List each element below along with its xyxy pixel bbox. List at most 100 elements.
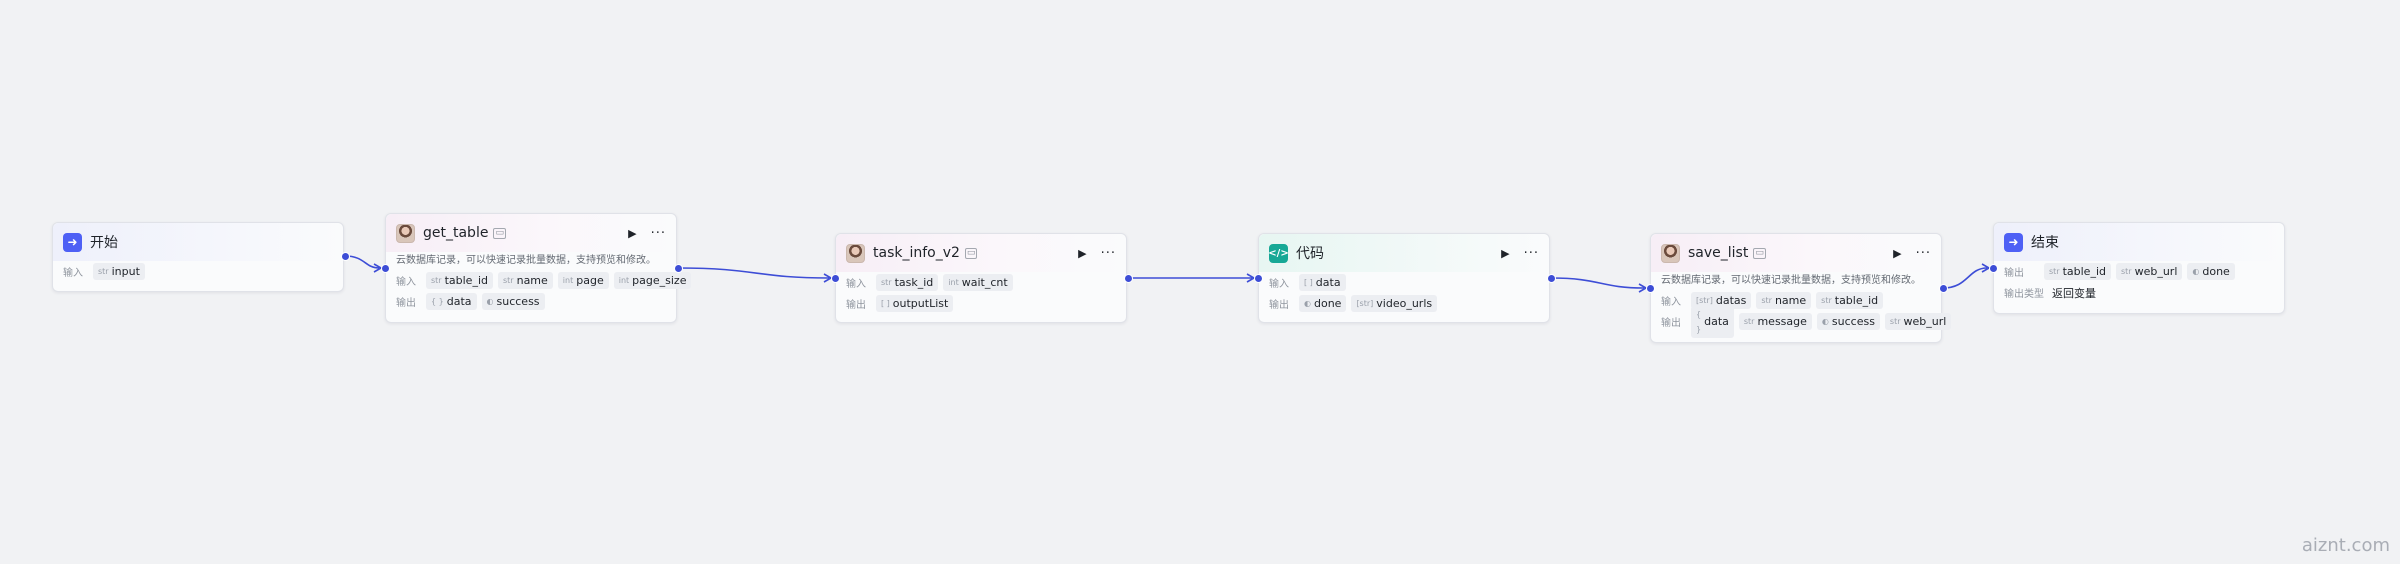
param-chip: [ ] outputList — [876, 295, 954, 312]
output-type-label: 输出类型 — [2004, 289, 2044, 300]
node-title: 代码 — [1296, 246, 1324, 262]
output-label: 输出 — [1269, 300, 1289, 311]
edge-task-code-arrowhead — [1246, 273, 1256, 283]
output-type-row: 输出类型 返回变量 — [1994, 282, 2284, 303]
port-get-table-out[interactable] — [674, 264, 683, 273]
node-task-info-header: task_info_v2 ▭ ▶ ··· — [836, 234, 1126, 272]
node-end[interactable]: ➜ 结束 输出 str table_id str web_url ◐ done 输出类… — [1993, 222, 2285, 314]
node-title: 开始 — [90, 235, 118, 251]
edge-start-get-table-arrowhead — [373, 263, 383, 273]
play-icon[interactable]: ▶ — [1078, 247, 1086, 260]
enter-arrow-icon: ➜ — [63, 232, 82, 252]
plugin-tag-icon: ▭ — [1753, 247, 1766, 259]
input-row: 输入 [ ] data — [1259, 272, 1549, 293]
output-row: 输出 ◐ done [str] video_urls — [1259, 293, 1549, 314]
edge-get-table-task-arrowhead — [823, 273, 833, 283]
more-dots-icon[interactable]: ··· — [1101, 246, 1116, 261]
output-type-value: 返回变量 — [2052, 286, 2096, 300]
param-chip: [str] video_urls — [1351, 295, 1438, 312]
param-chip: str web_url — [2116, 263, 2183, 280]
port-code-out[interactable] — [1547, 274, 1556, 283]
workflow-canvas[interactable]: ➜ 开始 输入 str input get_table ▭ ▶ ··· 云数据库记… — [0, 0, 2400, 564]
output-row: 输出 { } data ◐ success — [386, 291, 676, 312]
node-title: 结束 — [2031, 235, 2059, 251]
node-title: save_list — [1688, 245, 1749, 261]
more-dots-icon[interactable]: ··· — [1916, 246, 1931, 261]
param-chip: str input — [93, 263, 145, 280]
param-chip: str table_id — [426, 272, 493, 289]
output-row: 输出 [ ] outputList — [836, 293, 1126, 314]
plugin-avatar-icon — [396, 223, 415, 243]
port-task-out[interactable] — [1124, 274, 1133, 283]
output-label: 输出 — [846, 300, 866, 311]
input-label: 输入 — [846, 279, 866, 290]
param-chip: ◐ done — [2187, 263, 2235, 280]
output-label: 输出 — [1661, 318, 1681, 329]
param-chip: [ ] data — [1299, 274, 1346, 291]
edge-save-end-arrowhead — [1981, 263, 1991, 273]
edge-get-table-task[interactable] — [677, 267, 830, 279]
param-chip: ◐ done — [1299, 295, 1347, 312]
param-chip: str table_id — [1816, 292, 1884, 309]
param-chip: ◐ success — [481, 293, 545, 310]
node-description: 云数据库记录，可以快速记录批量数据，支持预览和修改。 — [1661, 275, 1921, 286]
port-task-in[interactable] — [831, 274, 840, 283]
output-label: 输出 — [2004, 268, 2024, 279]
port-get-table-in[interactable] — [381, 264, 390, 273]
param-chip: str table_id — [2044, 263, 2111, 280]
node-code[interactable]: </> 代码 ▶ ··· 输入 [ ] data 输出 ◐ done [str] vi… — [1258, 233, 1550, 323]
node-task-info-v2[interactable]: task_info_v2 ▭ ▶ ··· 输入 str task_id int wa… — [835, 233, 1127, 323]
param-chip: ◐ success — [1816, 313, 1880, 330]
edge-start-get-table[interactable] — [344, 255, 380, 269]
port-save-out[interactable] — [1939, 284, 1948, 293]
input-label: 输入 — [1661, 297, 1681, 308]
param-chip: int page — [557, 272, 609, 289]
edge-save-end[interactable] — [1942, 267, 1988, 289]
watermark: aiznt.com — [2301, 535, 2390, 556]
param-chip: int wait_cnt — [943, 274, 1013, 291]
node-start[interactable]: ➜ 开始 输入 str input — [52, 222, 344, 292]
node-description: 云数据库记录，可以快速记录批量数据，支持预览和修改。 — [396, 255, 656, 266]
node-end-header: ➜ 结束 — [1994, 223, 2284, 261]
exit-arrow-icon: ➜ — [2004, 232, 2023, 252]
input-label: 输入 — [1269, 279, 1289, 290]
more-dots-icon[interactable]: ··· — [1524, 246, 1539, 261]
input-row: 输入 str input — [53, 261, 343, 282]
play-icon[interactable]: ▶ — [1893, 247, 1901, 260]
node-save-list[interactable]: save_list ▭ ▶ ··· 云数据库记录，可以快速记录批量数据，支持预览… — [1650, 233, 1952, 343]
edge-code-save[interactable] — [1550, 277, 1645, 289]
input-row: 输入 str task_id int wait_cnt — [836, 272, 1126, 293]
plugin-tag-icon: ▭ — [493, 227, 506, 239]
output-row: 输出 { } data str message ◐ success str web_ur… — [1651, 305, 1952, 338]
port-start-out[interactable] — [341, 252, 350, 261]
input-label: 输入 — [396, 277, 416, 288]
param-chip: str name — [1756, 292, 1812, 309]
param-chip: str name — [498, 272, 553, 289]
plugin-avatar-icon — [846, 243, 865, 263]
param-chip: int page_size — [613, 272, 692, 289]
output-row: 输出 str table_id str web_url ◐ done — [1994, 261, 2284, 282]
port-save-in[interactable] — [1646, 284, 1655, 293]
port-code-in[interactable] — [1254, 274, 1263, 283]
port-end-in[interactable] — [1989, 264, 1998, 273]
play-icon[interactable]: ▶ — [628, 227, 636, 240]
node-title: get_table — [423, 225, 489, 241]
param-chip: { } data — [426, 293, 477, 310]
play-icon[interactable]: ▶ — [1501, 247, 1509, 260]
node-get-table-header: get_table ▭ ▶ ··· — [386, 214, 676, 252]
code-brackets-icon: </> — [1268, 243, 1289, 263]
node-code-header: </> 代码 ▶ ··· — [1259, 234, 1549, 272]
param-chip: str task_id — [876, 274, 939, 291]
node-get-table[interactable]: get_table ▭ ▶ ··· 云数据库记录，可以快速记录批量数据，支持预览… — [385, 213, 692, 323]
input-row: 输入 str table_id str name int page int page_s… — [386, 270, 692, 291]
node-start-header: ➜ 开始 — [53, 223, 343, 261]
edge-code-save-arrowhead — [1638, 283, 1648, 293]
plugin-avatar-icon — [1661, 243, 1680, 263]
input-label: 输入 — [63, 268, 83, 279]
param-chip: str message — [1738, 313, 1812, 330]
output-label: 输出 — [396, 298, 416, 309]
node-save-list-header: save_list ▭ ▶ ··· — [1651, 234, 1941, 272]
more-dots-icon[interactable]: ··· — [651, 226, 666, 241]
param-chip: str web_url — [1884, 313, 1952, 330]
param-chip: { } data — [1691, 305, 1734, 338]
